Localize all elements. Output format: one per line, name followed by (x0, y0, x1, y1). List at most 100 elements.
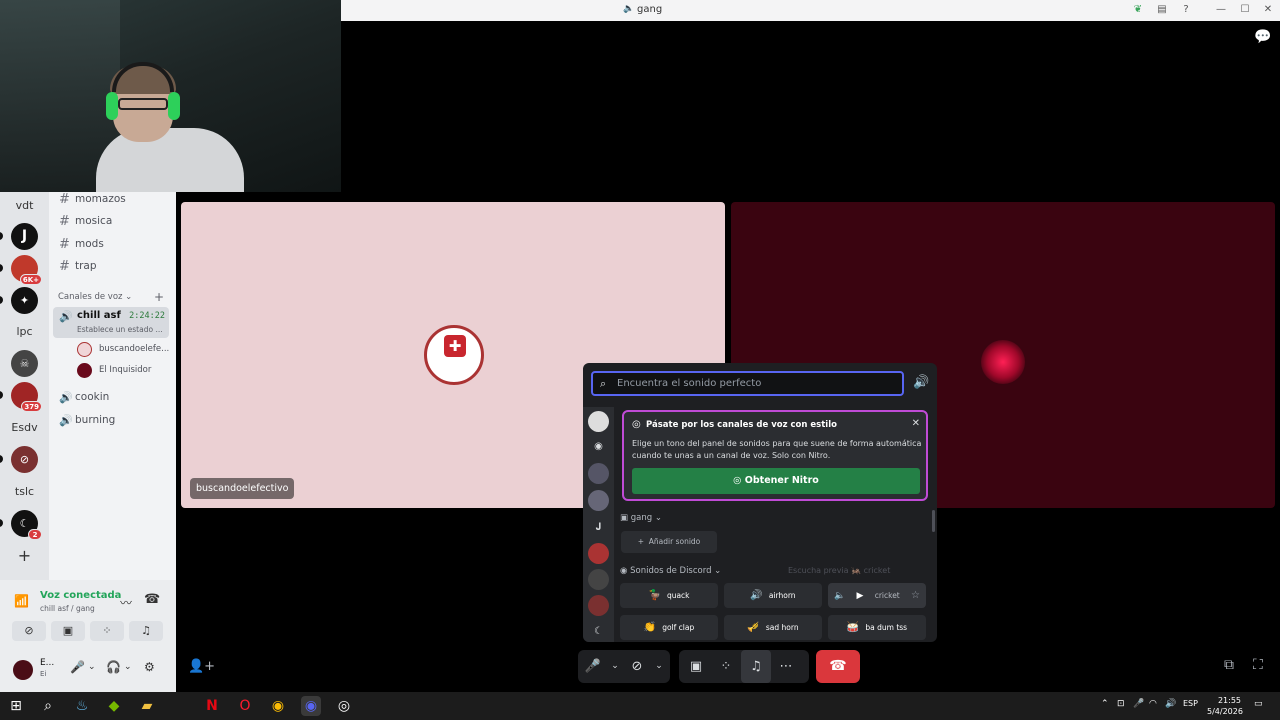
set-status-link[interactable]: Establece un estado ... (77, 325, 163, 334)
channel-mosica[interactable]: # mosica (59, 211, 112, 231)
opera-icon[interactable]: O (235, 696, 255, 716)
discord-icon[interactable]: ◉ (588, 436, 609, 457)
voice-channel-cookin[interactable]: 🔊 cookin (59, 387, 109, 407)
popout-icon[interactable]: ⧉ (1224, 657, 1234, 673)
search-icon[interactable]: ⌕ (38, 696, 58, 716)
camera-off-button[interactable]: ⊘ (622, 650, 652, 683)
server-j[interactable]: J (11, 223, 38, 250)
add-user-icon[interactable]: 👤+ (188, 659, 215, 674)
server-icon[interactable]: ☾ (588, 621, 609, 642)
sound-button-ba-dum-tss[interactable]: 🥁 ba dum tss (828, 615, 926, 640)
gear-icon[interactable]: ⚙ (144, 660, 155, 674)
chat-bubble-icon[interactable]: 💬 (1254, 29, 1271, 45)
server-tslc[interactable]: tslc (11, 478, 38, 505)
steam-icon[interactable]: ♨ (72, 696, 92, 716)
inbox-icon[interactable]: ▤ (1156, 4, 1168, 16)
server-icon[interactable] (588, 490, 609, 511)
chevron-down-icon[interactable]: ⌄ (124, 662, 132, 672)
server-icon[interactable]: 6K+ (11, 255, 42, 285)
volume-icon[interactable]: 🔈 (834, 591, 845, 601)
server-icon[interactable]: ⊘ (11, 446, 38, 473)
disconnect-button[interactable]: ☎ (816, 650, 860, 683)
microphone-icon[interactable]: 🎤 (1133, 699, 1144, 709)
sound-button-sad-horn[interactable]: 🎺 sad horn (724, 615, 822, 640)
sound-button-quack[interactable]: 🦆 quack (620, 583, 718, 608)
voice-user[interactable]: El Inquisidor (77, 361, 151, 379)
microphone-icon[interactable]: 🎤 (70, 660, 85, 674)
server-icon[interactable] (588, 411, 609, 432)
server-icon[interactable]: 379 (11, 382, 42, 412)
voice-channel-active[interactable]: 🔊 chill asf 2:24:22 Establece un estado … (53, 307, 169, 338)
sound-button-cricket[interactable]: 🔈 ▶ cricket ☆ (828, 583, 926, 608)
microphone-button[interactable]: 🎤 (578, 650, 608, 683)
maximize-button[interactable]: ☐ (1239, 4, 1251, 16)
minimize-button[interactable]: — (1215, 4, 1227, 16)
network-icon[interactable]: ⊡ (1117, 699, 1125, 709)
sound-button-airhorn[interactable]: 🔊 airhorn (724, 583, 822, 608)
channel-trap[interactable]: # trap (59, 256, 97, 276)
star-icon[interactable]: ☆ (911, 590, 920, 601)
server-icon[interactable] (588, 595, 609, 616)
activities-button[interactable]: ⁘ (711, 650, 741, 683)
clock[interactable]: 21:55 5/4/2026 (1207, 695, 1243, 717)
chevron-down-icon[interactable]: ⌄ (608, 650, 622, 683)
disconnect-icon[interactable]: ☎ (144, 592, 160, 607)
sound-button-golf-clap[interactable]: 👏 golf clap (620, 615, 718, 640)
volume-icon[interactable]: 🔊 (1165, 699, 1176, 709)
add-sound-button[interactable]: + Añadir sonido (621, 531, 717, 553)
netflix-icon[interactable]: N (202, 696, 222, 716)
add-channel-button[interactable]: + (154, 290, 164, 304)
close-button[interactable]: ✕ (1262, 4, 1274, 16)
voice-user[interactable]: buscandoelefe... (77, 340, 169, 358)
soundboard-button[interactable]: ♫ (129, 621, 163, 641)
guild-sounds-header[interactable]: ▣ gang ⌄ (620, 513, 662, 523)
scrollbar[interactable] (932, 510, 935, 532)
server-esdv[interactable]: Esdv (11, 414, 38, 441)
windows-start-icon[interactable]: ⊞ (6, 696, 26, 716)
activities-button[interactable]: ⁘ (90, 621, 124, 641)
noise-suppression-icon[interactable]: 〰 (120, 594, 132, 611)
more-options-button[interactable]: ⋯ (771, 650, 801, 683)
server-icon[interactable]: ✦ (11, 287, 38, 314)
app-icon[interactable]: ◎ (334, 696, 354, 716)
help-icon[interactable]: ? (1180, 4, 1192, 16)
share-screen-button[interactable]: ▣ (51, 621, 85, 641)
chevron-down-icon[interactable]: ⌄ (88, 662, 96, 672)
server-icon[interactable]: ☾ 2 (11, 510, 42, 540)
server-icon[interactable] (588, 463, 609, 484)
sound-search-input[interactable]: ⌕ Encuentra el sonido perfecto (591, 371, 904, 396)
soundboard-button[interactable]: ♫ (741, 650, 771, 683)
chevron-down-icon[interactable]: ⌄ (652, 650, 666, 683)
channel-mods[interactable]: # mods (59, 234, 104, 254)
server-lpc[interactable]: lpc (11, 318, 38, 345)
volume-icon[interactable]: 🔊 (913, 375, 929, 390)
folder-icon[interactable]: ▰ (137, 696, 157, 716)
nvidia-icon[interactable]: ◆ (104, 696, 124, 716)
close-icon[interactable]: ✕ (912, 418, 920, 429)
add-server-button[interactable]: + (11, 542, 38, 569)
share-screen-button[interactable]: ▣ (681, 650, 711, 683)
avatar[interactable] (13, 660, 33, 680)
leaf-icon[interactable]: ❦ (1132, 4, 1144, 16)
server-vdt[interactable]: vdt (11, 192, 38, 219)
channel-momazos[interactable]: # momazos (59, 189, 126, 209)
headphones-icon[interactable]: 🎧 (106, 660, 121, 674)
get-nitro-button[interactable]: ◎ Obtener Nitro (632, 468, 920, 494)
voice-connected-channel[interactable]: chill asf / gang (40, 604, 95, 613)
server-icon[interactable] (588, 569, 609, 590)
wifi-icon[interactable]: ◠ (1149, 699, 1157, 709)
play-icon[interactable]: ▶ (857, 591, 864, 601)
chevron-up-icon[interactable]: ⌃ (1101, 699, 1109, 709)
chrome-icon[interactable]: ◉ (268, 696, 288, 716)
server-icon[interactable] (588, 543, 609, 564)
camera-off-button[interactable]: ⊘ (12, 621, 46, 641)
language-indicator[interactable]: ESP (1183, 699, 1198, 708)
voice-category-header[interactable]: Canales de voz ⌄ (58, 292, 132, 302)
notification-icon[interactable]: ▭ (1254, 699, 1263, 709)
server-icon[interactable]: ☠ (11, 350, 38, 377)
fullscreen-icon[interactable]: ⛶ (1253, 657, 1263, 673)
voice-channel-burning[interactable]: 🔊 burning (59, 410, 115, 430)
discord-icon[interactable]: ◉ (301, 696, 321, 716)
discord-sounds-header[interactable]: ◉ Sonidos de Discord ⌄ (620, 566, 721, 576)
server-icon[interactable]: 𝐉 (588, 517, 609, 538)
